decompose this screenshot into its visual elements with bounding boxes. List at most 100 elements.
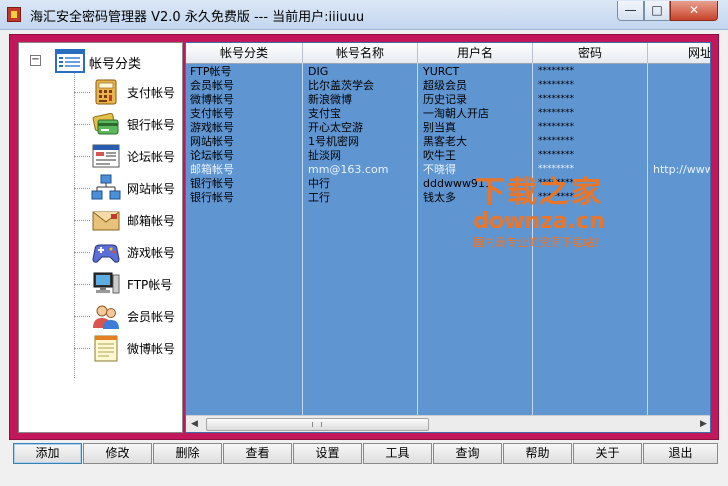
cell-category: FTP帐号 bbox=[190, 65, 232, 78]
tree-item-member[interactable]: 会员帐号 bbox=[74, 301, 182, 331]
tree-root-label[interactable]: 帐号分类 bbox=[89, 53, 141, 72]
column-header-username[interactable]: 用户名 bbox=[418, 43, 533, 63]
edit-button[interactable]: 修改 bbox=[83, 443, 152, 464]
cell-name: DIG bbox=[308, 65, 329, 78]
tree-collapse-toggle[interactable]: − bbox=[30, 55, 41, 66]
cell-password: ******** bbox=[538, 80, 574, 90]
scroll-right-arrow-icon[interactable]: ▶ bbox=[695, 416, 710, 432]
cell-password: ******** bbox=[538, 94, 574, 104]
tree-item-payment[interactable]: 支付帐号 bbox=[74, 77, 182, 107]
category-tree[interactable]: − 帐号分类 支付帐号 银行帐号 论坛帐号 网站帐号 邮箱帐号 游戏帐号 FTP… bbox=[18, 42, 183, 433]
column-header-name[interactable]: 帐号名称 bbox=[303, 43, 418, 63]
tree-item-label: 微博帐号 bbox=[127, 342, 176, 356]
notepad-icon bbox=[94, 335, 118, 362]
bank-cards-icon bbox=[92, 112, 119, 135]
table-row[interactable]: 邮箱帐号 mm@163.com 不晓得 ******** http://www bbox=[186, 163, 711, 176]
cell-user: 吹牛王 bbox=[423, 149, 456, 162]
tree-item-label: 游戏帐号 bbox=[127, 246, 176, 260]
delete-button[interactable]: 删除 bbox=[153, 443, 222, 464]
tree-item-label: 网站帐号 bbox=[127, 182, 176, 196]
minimize-button[interactable]: — bbox=[617, 1, 644, 21]
scrollbar-thumb[interactable] bbox=[206, 418, 429, 431]
cell-category: 银行帐号 bbox=[190, 191, 234, 204]
cell-password: ******** bbox=[538, 136, 574, 146]
tree-item-weibo[interactable]: 微博帐号 bbox=[74, 333, 182, 363]
column-header-password[interactable]: 密码 bbox=[533, 43, 648, 63]
column-header-category[interactable]: 帐号分类 bbox=[186, 43, 303, 63]
cell-category: 银行帐号 bbox=[190, 177, 234, 190]
cell-user: YURCT bbox=[423, 65, 460, 78]
cell-user: 不晓得 bbox=[423, 163, 456, 176]
cell-category: 支付帐号 bbox=[190, 107, 234, 120]
cell-name: 比尔盖茨学会 bbox=[308, 79, 374, 92]
cell-user: 超级会员 bbox=[423, 79, 467, 92]
table-row[interactable]: 网站帐号 1号机密网 黑客老大 ******** bbox=[186, 135, 710, 148]
cell-user: 钱太多 bbox=[423, 191, 456, 204]
maximize-button[interactable]: □ bbox=[644, 1, 670, 21]
tree-item-mail[interactable]: 邮箱帐号 bbox=[74, 205, 182, 235]
add-button[interactable]: 添加 bbox=[13, 443, 82, 464]
cell-category: 邮箱帐号 bbox=[190, 163, 234, 176]
cell-user: 黑客老大 bbox=[423, 135, 467, 148]
cell-name: 扯淡网 bbox=[308, 149, 341, 162]
cell-password: ******** bbox=[538, 178, 574, 188]
tree-item-bank[interactable]: 银行帐号 bbox=[74, 109, 182, 139]
tree-item-ftp[interactable]: FTP帐号 bbox=[74, 269, 182, 299]
table-row[interactable]: 微博帐号 新浪微博 历史记录 ******** bbox=[186, 93, 710, 106]
tools-button[interactable]: 工具 bbox=[363, 443, 432, 464]
about-button[interactable]: 关于 bbox=[573, 443, 642, 464]
help-button[interactable]: 帮助 bbox=[503, 443, 572, 464]
table-row[interactable]: 银行帐号 中行 dddwww911 ******** bbox=[186, 177, 710, 190]
cell-password: ******** bbox=[538, 192, 574, 202]
view-button[interactable]: 查看 bbox=[223, 443, 292, 464]
category-list-icon bbox=[55, 49, 85, 73]
table-row[interactable]: 支付帐号 支付宝 一淘朝人开店 ******** bbox=[186, 107, 710, 120]
table-row[interactable]: 游戏帐号 开心太空游 别当真 ******** bbox=[186, 121, 710, 134]
tree-item-forum[interactable]: 论坛帐号 bbox=[74, 141, 182, 171]
cell-user: dddwww911 bbox=[423, 177, 492, 190]
tree-item-label: 银行帐号 bbox=[127, 118, 176, 132]
action-toolbar: 添加 修改 删除 查看 设置 工具 查询 帮助 关于 退出 bbox=[13, 443, 718, 464]
gamepad-icon bbox=[92, 244, 120, 263]
account-grid[interactable]: 帐号分类 帐号名称 用户名 密码 网址 FTP帐号 DIG YURCT *******… bbox=[185, 42, 711, 433]
tree-item-label: 支付帐号 bbox=[127, 86, 176, 100]
table-row[interactable]: 论坛帐号 扯淡网 吹牛王 ******** bbox=[186, 149, 710, 162]
scroll-left-arrow-icon[interactable]: ◀ bbox=[186, 416, 203, 432]
ftp-computer-icon bbox=[93, 272, 120, 294]
cell-category: 会员帐号 bbox=[190, 79, 234, 92]
cell-name: 开心太空游 bbox=[308, 121, 363, 134]
tree-item-game[interactable]: 游戏帐号 bbox=[74, 237, 182, 267]
cell-category: 网站帐号 bbox=[190, 135, 234, 148]
tree-item-label: 会员帐号 bbox=[127, 310, 176, 324]
close-button[interactable]: ✕ bbox=[670, 1, 718, 21]
cell-user: 一淘朝人开店 bbox=[423, 107, 489, 120]
horizontal-scrollbar[interactable]: ◀ ▶ bbox=[186, 415, 710, 432]
title-bar: 海汇安全密码管理器 V2.0 永久免费版 --- 当前用户:iiiuuu — □… bbox=[0, 0, 728, 30]
payment-calculator-icon bbox=[95, 79, 117, 105]
envelope-icon bbox=[92, 211, 120, 231]
exit-button[interactable]: 退出 bbox=[643, 443, 718, 464]
tree-item-label: 邮箱帐号 bbox=[127, 214, 176, 228]
cell-name: 支付宝 bbox=[308, 107, 341, 120]
cell-password: ******** bbox=[538, 66, 574, 76]
tree-item-website[interactable]: 网站帐号 bbox=[74, 173, 182, 203]
cell-name: 1号机密网 bbox=[308, 135, 359, 148]
table-row[interactable]: FTP帐号 DIG YURCT ******** bbox=[186, 65, 710, 78]
window-title: 海汇安全密码管理器 V2.0 永久免费版 --- 当前用户:iiiuuu bbox=[30, 10, 365, 25]
table-row[interactable]: 银行帐号 工行 钱太多 ******** bbox=[186, 191, 710, 204]
cell-name: 工行 bbox=[308, 191, 330, 204]
settings-button[interactable]: 设置 bbox=[293, 443, 362, 464]
cell-password: ******** bbox=[538, 108, 574, 118]
cell-category: 微博帐号 bbox=[190, 93, 234, 106]
grid-header: 帐号分类 帐号名称 用户名 密码 网址 bbox=[186, 43, 710, 64]
tree-item-label: 论坛帐号 bbox=[127, 150, 176, 164]
forum-window-icon bbox=[92, 144, 120, 168]
search-button[interactable]: 查询 bbox=[433, 443, 502, 464]
cell-category: 论坛帐号 bbox=[190, 149, 234, 162]
app-icon bbox=[7, 7, 21, 22]
cell-url: http://www bbox=[653, 163, 711, 176]
cell-password: ******** bbox=[538, 164, 574, 174]
tree-item-label: FTP帐号 bbox=[127, 278, 173, 292]
column-header-url[interactable]: 网址 bbox=[648, 43, 710, 63]
table-row[interactable]: 会员帐号 比尔盖茨学会 超级会员 ******** bbox=[186, 79, 710, 92]
